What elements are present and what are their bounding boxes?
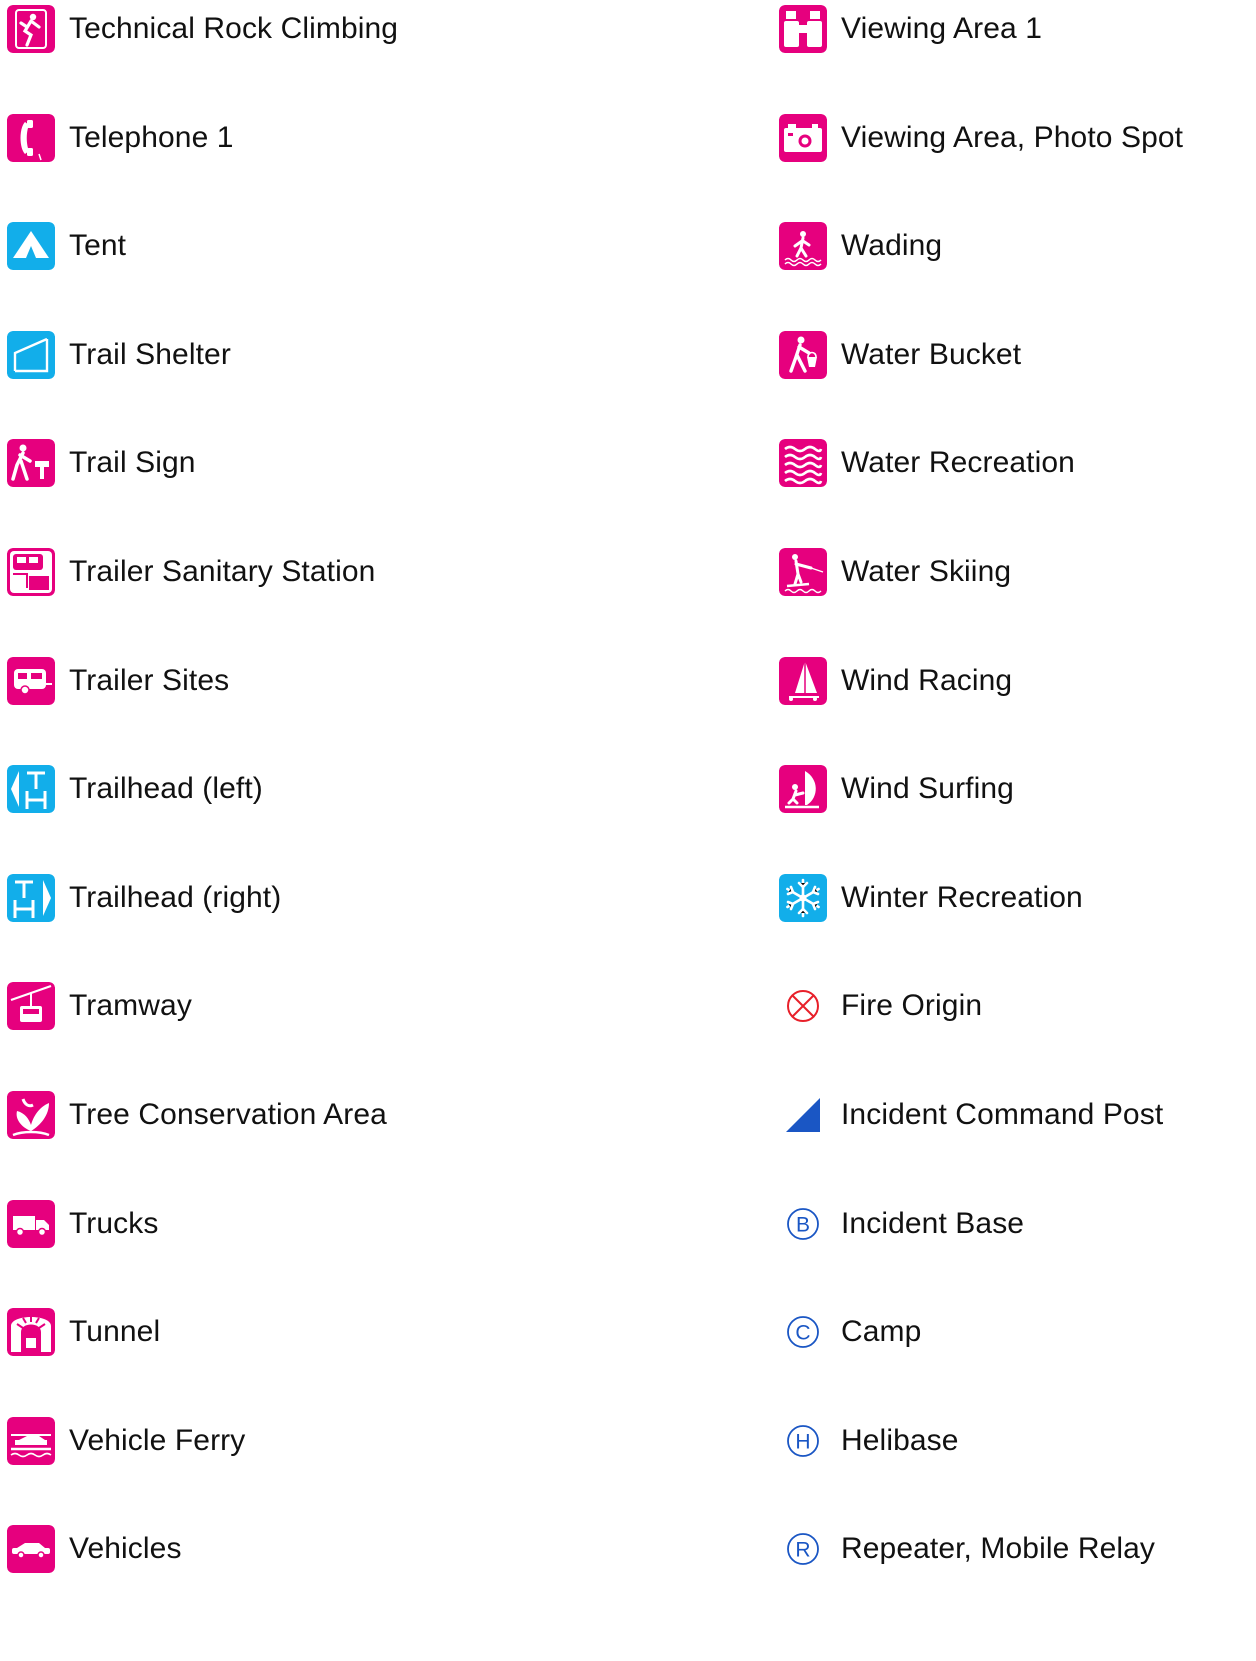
- legend-item: Viewing Area, Photo Spot: [779, 113, 1183, 163]
- legend-label: Water Recreation: [841, 446, 1075, 480]
- legend-label: Winter Recreation: [841, 880, 1083, 914]
- legend-item: Trailer Sanitary Station: [7, 547, 375, 597]
- snowflake-icon: [779, 873, 827, 922]
- circled-c-icon: C: [779, 1308, 827, 1356]
- tree-conservation-icon: [7, 1091, 55, 1139]
- legend-item: Wind Racing: [779, 656, 1012, 706]
- circled-r-icon: R: [779, 1525, 827, 1573]
- water-bucket-icon: [779, 330, 827, 379]
- legend-item: Tent: [7, 221, 126, 271]
- legend-label: Vehicles: [69, 1532, 182, 1566]
- rock-climbing-icon: [7, 5, 55, 53]
- trailhead-left-icon: [7, 765, 55, 814]
- legend-label: Water Skiing: [841, 555, 1012, 588]
- legend-label: Trailhead (left): [69, 772, 263, 806]
- water-waves-icon: [779, 439, 827, 488]
- legend-item: Water Recreation: [779, 438, 1075, 488]
- legend-label: Tent: [69, 229, 127, 263]
- legend-label: Viewing Area, Photo Spot: [841, 120, 1184, 154]
- legend-item: Trailhead (left): [7, 764, 263, 814]
- wading-icon: [779, 222, 827, 271]
- svg-text:C: C: [795, 1322, 810, 1345]
- legend-item: C Camp: [779, 1307, 921, 1357]
- legend-item: Fire Origin: [779, 981, 982, 1031]
- legend-label: Incident Command Post: [841, 1098, 1164, 1131]
- legend-label: Vehicle Ferry: [69, 1423, 246, 1457]
- legend-label: Trucks: [69, 1206, 159, 1240]
- legend-label: Trailer Sites: [69, 663, 230, 697]
- legend-item: H Helibase: [779, 1416, 959, 1466]
- legend-item: Tramway: [7, 981, 192, 1031]
- trail-shelter-icon: [7, 330, 55, 379]
- legend-item: B Incident Base: [779, 1199, 1024, 1249]
- legend-item: R Repeater, Mobile Relay: [779, 1524, 1155, 1574]
- legend-item: Incident Command Post: [779, 1090, 1163, 1140]
- command-post-triangle-icon: [779, 1091, 827, 1139]
- camera-icon: [779, 113, 827, 162]
- wind-surfing-icon: [779, 765, 827, 814]
- legend-item: Water Bucket: [779, 330, 1021, 380]
- legend-item: Trailer Sites: [7, 656, 229, 706]
- trail-sign-icon: [7, 439, 55, 488]
- legend-label: Wading: [841, 229, 943, 263]
- legend-item: Wading: [779, 221, 942, 271]
- legend-item: Trucks: [7, 1199, 159, 1249]
- svg-text:R: R: [795, 1539, 810, 1562]
- legend-item: Water Skiing: [779, 547, 1011, 597]
- tent-icon: [7, 222, 55, 271]
- legend-label: Viewing Area 1: [841, 12, 1042, 45]
- legend-label: Telephone 1: [69, 120, 234, 154]
- legend-label: Repeater, Mobile Relay: [841, 1532, 1156, 1566]
- legend-item: Wind Surfing: [779, 764, 1014, 814]
- svg-text:B: B: [796, 1213, 810, 1236]
- legend-label: Technical Rock Climbing: [69, 12, 399, 45]
- legend-item: Tree Conservation Area: [7, 1090, 387, 1140]
- truck-icon: [7, 1199, 55, 1248]
- legend-item: Technical Rock Climbing: [7, 4, 398, 54]
- legend-label: Tree Conservation Area: [69, 1098, 387, 1131]
- trailhead-right-icon: [7, 873, 55, 922]
- legend-label: Tramway: [69, 989, 192, 1023]
- legend-item: Trail Sign: [7, 438, 196, 488]
- legend-label: Water Bucket: [841, 337, 1022, 371]
- legend-label: Tunnel: [69, 1315, 161, 1349]
- legend-item: Telephone 1: [7, 113, 234, 163]
- vehicle-ferry-icon: [7, 1416, 55, 1465]
- trailer-sites-icon: [7, 656, 55, 705]
- wind-racing-icon: [779, 656, 827, 705]
- legend-label: Trailhead (right): [69, 880, 282, 914]
- legend-label: Wind Surfing: [841, 772, 1014, 806]
- legend-label: Helibase: [841, 1423, 959, 1457]
- tunnel-icon: [7, 1308, 55, 1357]
- legend-item: Tunnel: [7, 1307, 160, 1357]
- legend-item: Vehicle Ferry: [7, 1416, 245, 1466]
- legend-item: Trailhead (right): [7, 873, 281, 923]
- circled-b-icon: B: [779, 1200, 827, 1248]
- legend-label: Trail Shelter: [69, 337, 231, 371]
- legend-item: Trail Shelter: [7, 330, 231, 380]
- legend-label: Incident Base: [841, 1206, 1025, 1240]
- legend-item: Vehicles: [7, 1524, 182, 1574]
- water-skiing-icon: [779, 548, 827, 596]
- legend-item: Winter Recreation: [779, 873, 1083, 923]
- circled-h-icon: H: [779, 1417, 827, 1465]
- legend-label: Camp: [841, 1315, 922, 1349]
- tramway-icon: [7, 982, 55, 1031]
- binoculars-icon: [779, 5, 827, 53]
- trailer-sanitary-station-icon: [7, 548, 55, 596]
- legend-label: Fire Origin: [841, 989, 983, 1023]
- legend-label: Wind Racing: [841, 663, 1013, 697]
- legend-label: Trailer Sanitary Station: [69, 555, 376, 588]
- telephone-icon: [7, 113, 55, 162]
- legend-item: Viewing Area 1: [779, 4, 1042, 54]
- circled-x-icon: [779, 982, 827, 1030]
- legend-label: Trail Sign: [69, 446, 196, 480]
- car-icon: [7, 1525, 55, 1574]
- svg-text:H: H: [795, 1430, 810, 1453]
